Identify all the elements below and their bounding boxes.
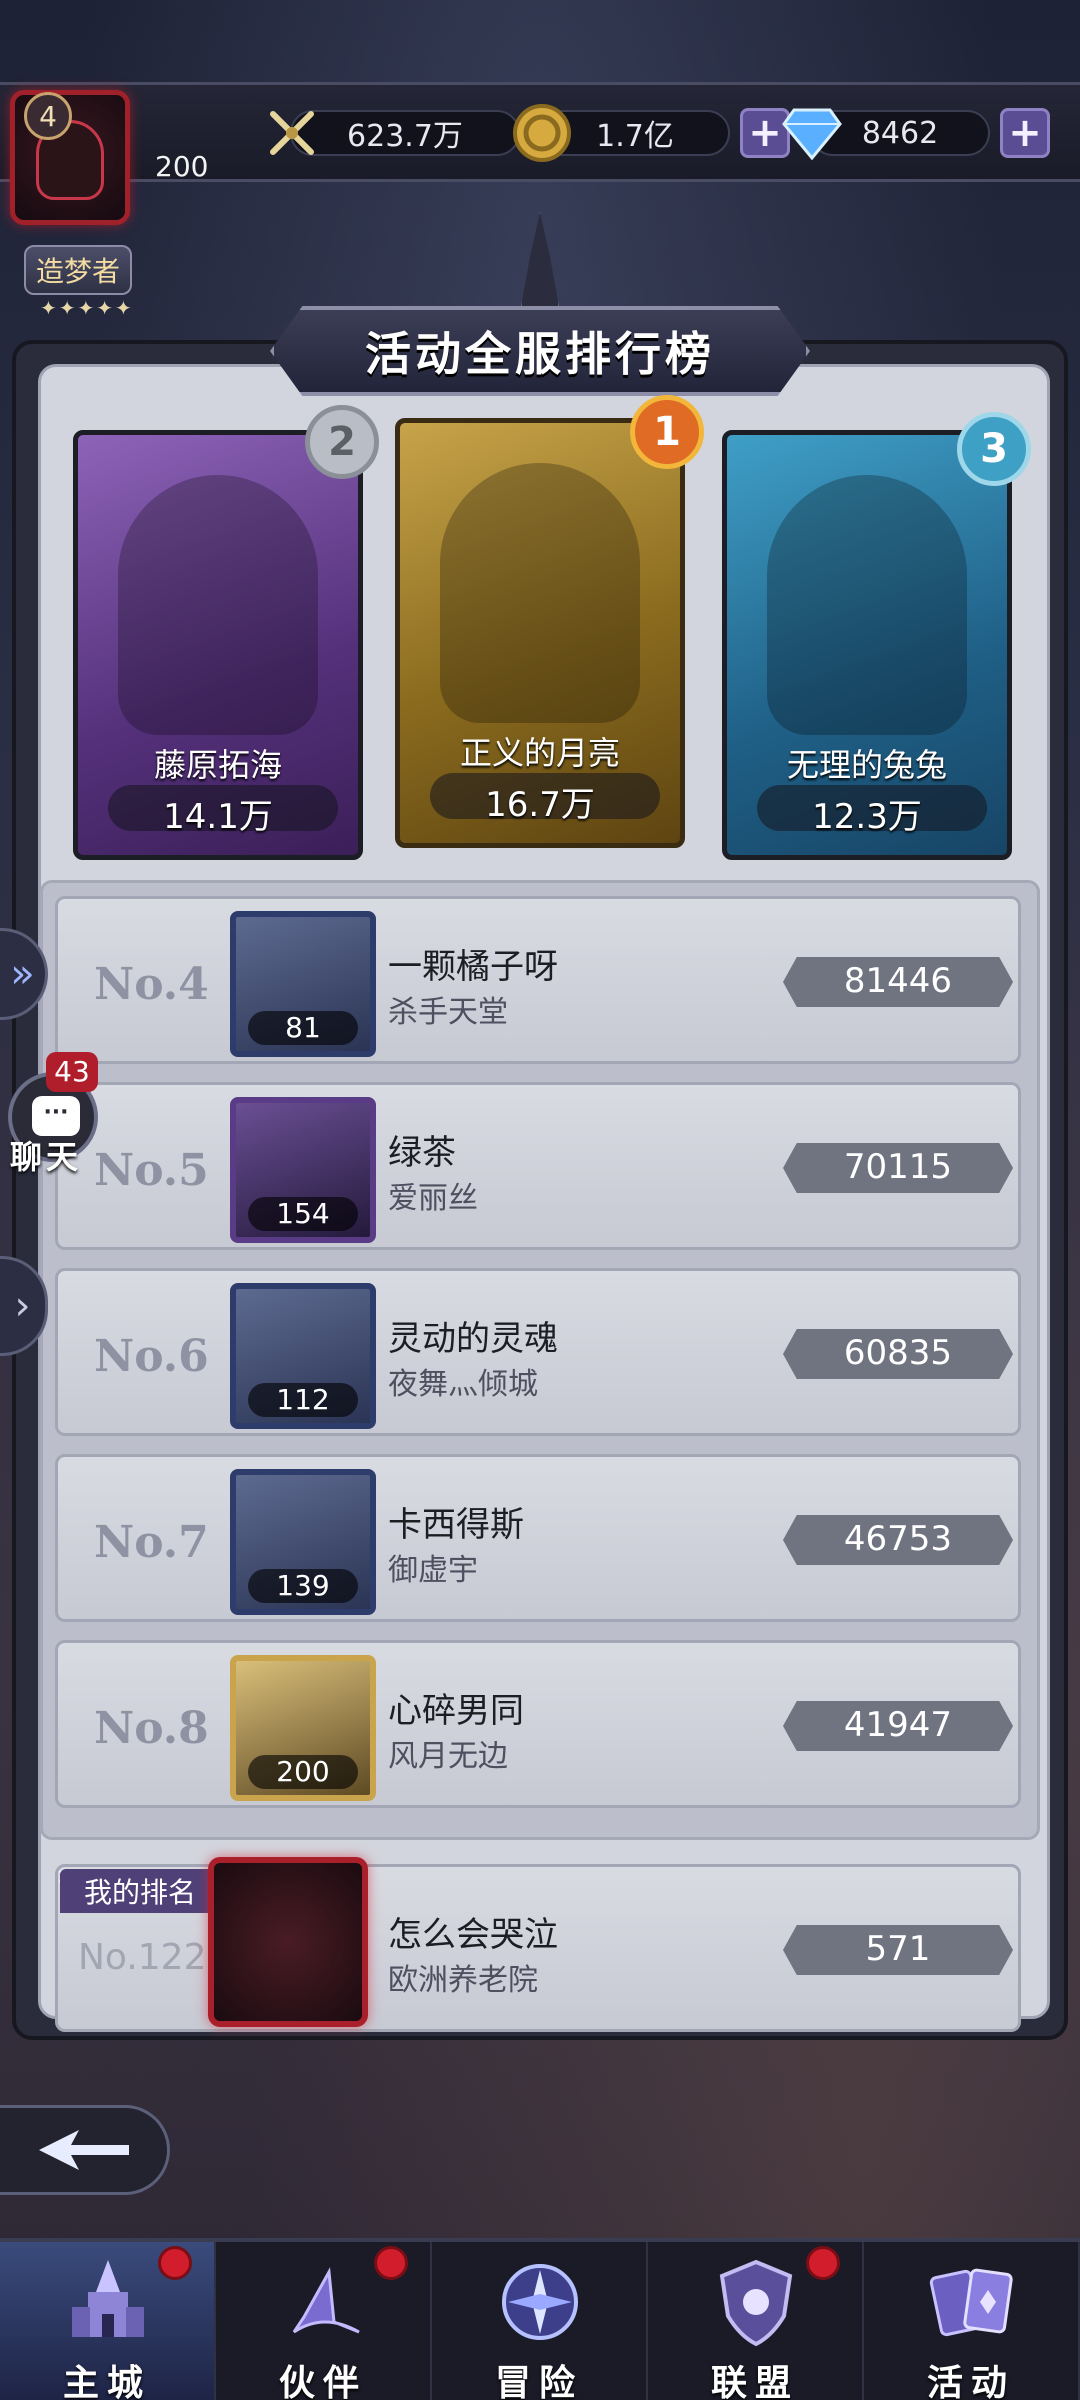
cards-icon	[929, 2268, 1013, 2337]
ranking-row[interactable]: No.4 81 一颗橘子呀 杀手天堂 81446	[55, 896, 1021, 1064]
rank-3-medal-icon: 3	[957, 412, 1031, 486]
podium-card-rank-2[interactable]: 藤原拓海 14.1万	[73, 430, 363, 860]
podium-name: 无理的兔兔	[786, 746, 947, 784]
podium-portrait	[767, 475, 967, 735]
ranking-row[interactable]: No.8 200 心碎男同 风月无边 41947	[55, 1640, 1021, 1808]
back-button[interactable]	[0, 2105, 170, 2195]
nav-adventure[interactable]: 冒险	[432, 2242, 648, 2400]
podium-name: 藤原拓海	[153, 746, 282, 784]
ranking-row[interactable]: No.6 112 灵动的灵魂 夜舞灬倾城 60835	[55, 1268, 1021, 1436]
score-value: 70115	[843, 1147, 953, 1187]
chat-unread-badge: 43	[46, 1052, 98, 1092]
notification-dot	[806, 2246, 840, 2280]
nav-main-city[interactable]: 主城	[0, 2242, 216, 2400]
compass-icon	[502, 2264, 578, 2340]
player-level: 81	[248, 1011, 358, 1045]
my-rank-row[interactable]: 我的排名 No.1222 200 怎么会哭泣 欧洲养老院 571	[55, 1857, 1021, 2032]
podium-card-rank-1[interactable]: 正义的月亮 16.7万	[395, 418, 685, 848]
my-score: 571	[865, 1929, 931, 1969]
rank-number: No.8	[94, 1703, 209, 1754]
player-level: 139	[248, 1569, 358, 1603]
vip-level-badge: 4	[24, 92, 72, 140]
player-name: 绿茶	[388, 1133, 456, 1173]
shield-emblem-icon	[719, 2259, 793, 2347]
ranking-row[interactable]: No.5 154 绿茶 爱丽丝 70115	[55, 1082, 1021, 1250]
player-level: 200	[248, 1755, 358, 1789]
power-resource: 623.7万	[270, 105, 520, 161]
nav-partners[interactable]: 伙伴	[216, 2242, 432, 2400]
player-level: 200	[155, 150, 209, 183]
rank-2-medal-icon: 2	[305, 405, 379, 479]
buy-gems-button[interactable]: +	[1000, 108, 1050, 158]
score-value: 46753	[843, 1519, 953, 1559]
power-value: 623.7万	[290, 110, 520, 156]
guild-name: 杀手天堂	[388, 995, 508, 1030]
score-value: 81446	[843, 961, 953, 1001]
nav-label: 冒险	[494, 2363, 583, 2400]
podium-name: 正义的月亮	[459, 734, 620, 772]
player-name: 一颗橘子呀	[388, 947, 558, 987]
chat-bubble-icon: ···	[32, 1096, 80, 1136]
back-arrow-icon	[38, 2130, 129, 2170]
podium-portrait	[118, 475, 318, 735]
nav-label: 伙伴	[278, 2363, 367, 2400]
nav-label: 活动	[926, 2363, 1015, 2400]
gold-coin-icon	[510, 101, 574, 165]
notification-dot	[374, 2246, 408, 2280]
rank-1-medal-icon: 1	[630, 395, 704, 469]
podium-card-rank-3[interactable]: 无理的兔兔 12.3万	[722, 430, 1012, 860]
player-name: 卡西得斯	[388, 1505, 524, 1545]
rank-number: No.6	[94, 1331, 209, 1382]
my-avatar[interactable]	[208, 1857, 368, 2027]
rank-number: No.5	[94, 1145, 209, 1196]
player-title-badge: 造梦者	[24, 245, 132, 295]
my-name: 怎么会哭泣	[388, 1915, 558, 1955]
castle-icon	[72, 2260, 144, 2337]
score-value: 60835	[843, 1333, 953, 1373]
guild-name: 爱丽丝	[388, 1181, 478, 1216]
my-rank-tag: 我的排名	[60, 1869, 220, 1913]
guild-name: 风月无边	[388, 1739, 508, 1774]
player-name: 心碎男同	[388, 1691, 524, 1731]
podium-score: 14.1万	[163, 797, 273, 837]
nav-label: 联盟	[710, 2363, 799, 2400]
notification-dot	[158, 2246, 192, 2280]
rank-number: No.7	[94, 1517, 209, 1568]
crossed-swords-icon	[260, 101, 324, 165]
rank-number: No.4	[94, 959, 209, 1010]
player-stars: ✦✦✦✦✦	[40, 296, 134, 320]
my-rank-number: No.1222	[78, 1937, 230, 1978]
ranking-row[interactable]: No.7 139 卡西得斯 御虚宇 46753	[55, 1454, 1021, 1622]
player-name: 灵动的灵魂	[388, 1319, 558, 1359]
my-guild: 欧洲养老院	[388, 1963, 538, 1998]
nav-alliance[interactable]: 联盟	[648, 2242, 864, 2400]
player-level: 112	[248, 1383, 358, 1417]
double-chevron-right-icon: »	[10, 951, 35, 997]
podium-score: 12.3万	[812, 797, 922, 837]
chevron-right-icon: ›	[14, 1283, 31, 1329]
podium-score: 16.7万	[485, 785, 595, 825]
chat-label: 聊天	[10, 1138, 83, 1176]
diamond-icon	[780, 101, 844, 165]
bottom-nav: 主城 伙伴 冒险 联盟 活动	[0, 2238, 1080, 2400]
guild-name: 夜舞灬倾城	[388, 1367, 538, 1402]
leaderboard-title-banner: 活动全服排行榜	[270, 306, 810, 396]
guild-name: 御虚宇	[388, 1553, 478, 1588]
witch-hat-icon	[292, 2267, 360, 2334]
score-value: 41947	[843, 1705, 953, 1745]
nav-label: 主城	[62, 2363, 151, 2400]
player-level: 154	[248, 1197, 358, 1231]
leaderboard-title: 活动全服排行榜	[365, 327, 715, 381]
gem-resource: 8462 +	[782, 105, 1050, 161]
nav-events[interactable]: 活动	[864, 2242, 1080, 2400]
podium-portrait	[440, 463, 640, 723]
gold-resource: 1.7亿 +	[513, 104, 790, 162]
